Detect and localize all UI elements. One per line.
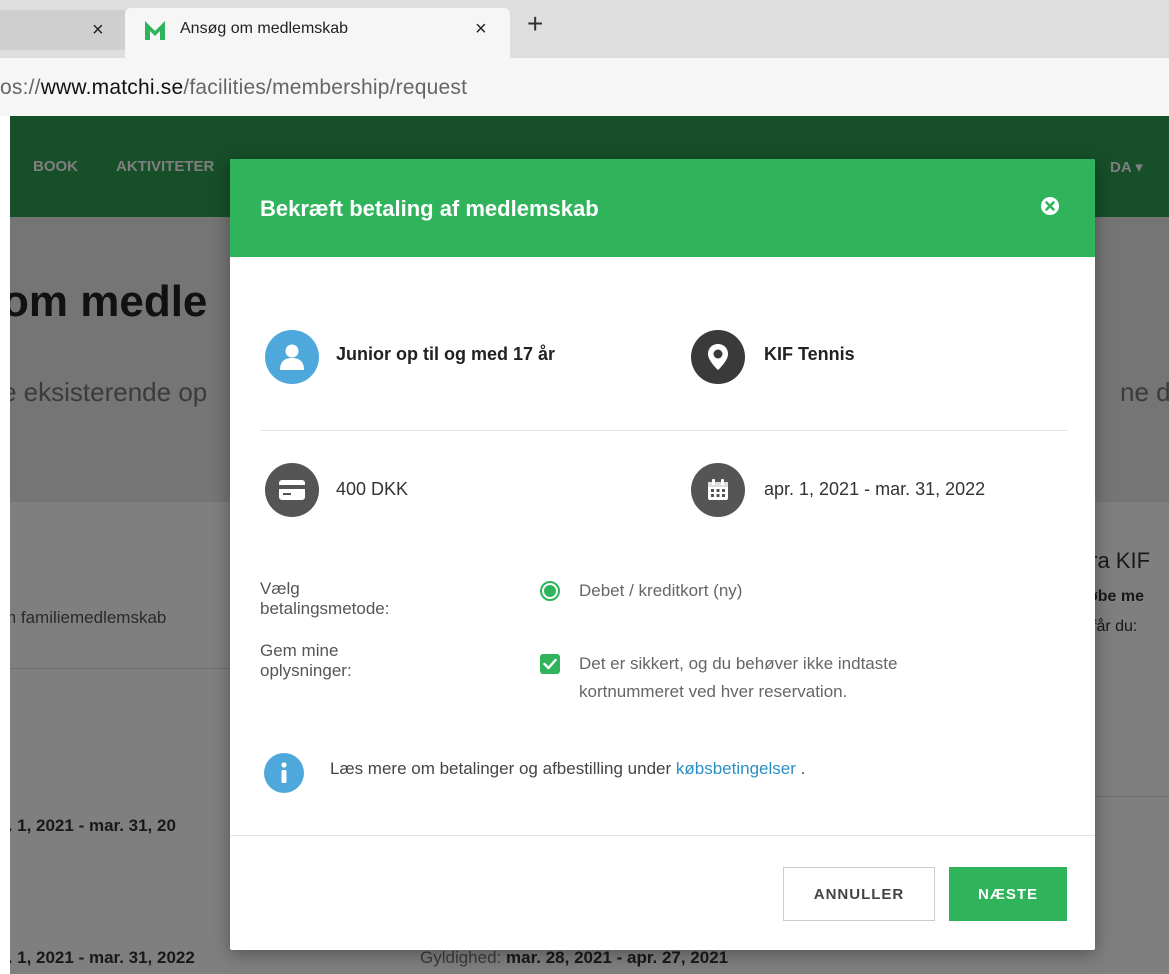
check-icon xyxy=(543,658,557,670)
matchi-logo-icon xyxy=(145,21,165,40)
next-button[interactable]: NÆSTE xyxy=(949,867,1067,921)
modal-footer-divider xyxy=(230,835,1095,836)
browser-tab-bar: × Ansøg om medlemskab × + xyxy=(0,0,1169,58)
terms-link[interactable]: købsbetingelser xyxy=(676,759,796,778)
price: 400 DKK xyxy=(336,479,409,499)
tab-title: Ansøg om medlemskab xyxy=(180,20,349,37)
browser-tab-active[interactable]: Ansøg om medlemskab × xyxy=(125,8,510,58)
browser-tab-previous[interactable]: × xyxy=(0,10,125,50)
payment-method-label: Vælg betalingsmetode: xyxy=(260,579,390,618)
calendar-icon xyxy=(691,463,745,517)
tab-close-icon[interactable]: × xyxy=(475,18,487,41)
membership-period: apr. 1, 2021 - mar. 31, 2022 xyxy=(764,479,986,499)
close-icon[interactable] xyxy=(1040,196,1060,216)
new-tab-button[interactable]: + xyxy=(527,8,543,40)
membership-type: Junior op til og med 17 år xyxy=(336,344,556,364)
save-info-text: Det er sikkert, og du behøver ikke indta… xyxy=(579,654,898,701)
tab-close-icon[interactable]: × xyxy=(92,19,104,42)
cancel-button[interactable]: ANNULLER xyxy=(783,867,935,921)
payment-radio[interactable] xyxy=(540,581,560,601)
payment-option-text[interactable]: Debet / kreditkort (ny) xyxy=(579,577,742,605)
terms-info: Læs mere om betalinger og afbestilling u… xyxy=(330,759,806,778)
club-name: KIF Tennis xyxy=(764,344,855,364)
credit-card-icon xyxy=(265,463,319,517)
payment-confirm-modal: Bekræft betaling af medlemskab Junior op… xyxy=(230,159,1095,950)
modal-header: Bekræft betaling af medlemskab xyxy=(230,159,1095,257)
save-info-checkbox[interactable] xyxy=(540,654,560,674)
info-icon xyxy=(264,753,304,793)
url-text[interactable]: os://www.matchi.se/facilities/membership… xyxy=(0,76,467,100)
user-icon xyxy=(265,330,319,384)
location-pin-icon xyxy=(691,330,745,384)
address-bar[interactable]: os://www.matchi.se/facilities/membership… xyxy=(0,58,1169,116)
modal-title: Bekræft betaling af medlemskab xyxy=(260,196,599,221)
save-info-label: Gem mine oplysninger: xyxy=(260,641,352,680)
divider xyxy=(260,430,1068,431)
